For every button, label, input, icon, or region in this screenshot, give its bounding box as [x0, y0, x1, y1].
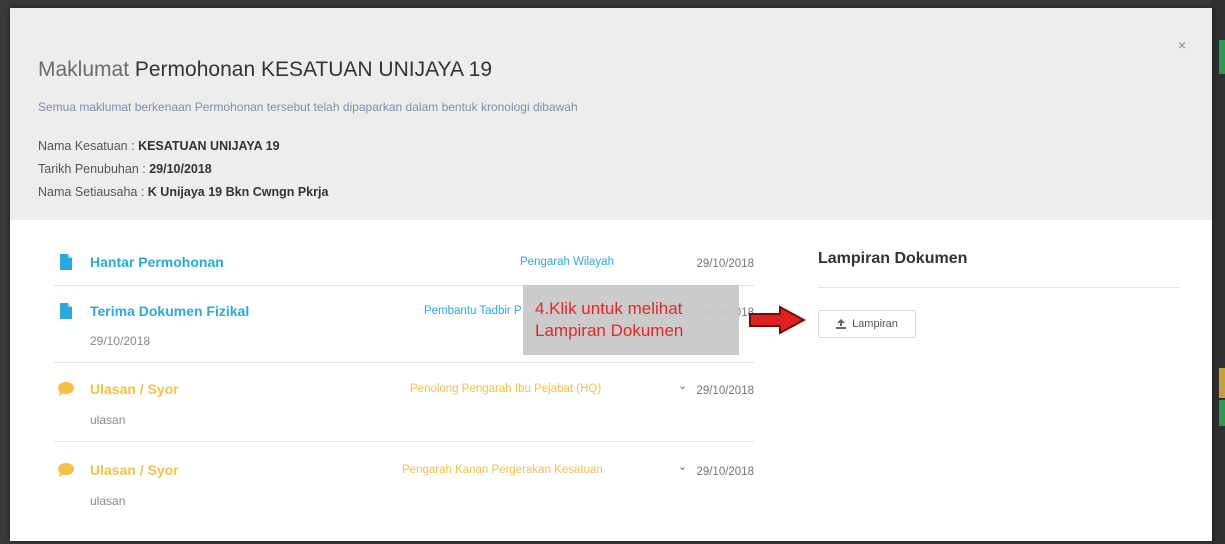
- instruction-callout: 4.Klik untuk melihat Lampiran Dokumen: [523, 285, 739, 355]
- modal-title: Maklumat Permohonan KESATUAN UNIJAYA 19: [38, 58, 492, 82]
- info-label: Nama Setiausaha :: [38, 185, 148, 199]
- timeline-item-officer: Pengarah Wilayah: [520, 256, 614, 268]
- chevron-down-icon[interactable]: ⌄: [678, 379, 687, 392]
- modal-subtitle: Semua maklumat berkenaan Permohonan ters…: [38, 100, 578, 114]
- upload-icon: [836, 319, 847, 329]
- timeline-item[interactable]: Hantar Permohonan Pengarah Wilayah 29/10…: [54, 232, 754, 286]
- timeline-item-title[interactable]: Hantar Permohonan: [90, 254, 224, 270]
- comment-icon: [58, 463, 74, 477]
- divider: [818, 287, 1180, 288]
- timeline-item-date: 29/10/2018: [696, 385, 754, 397]
- info-value: KESATUAN UNIJAYA 19: [138, 139, 280, 153]
- background-strip: [1211, 0, 1225, 544]
- callout-line-2: Lampiran Dokumen: [535, 321, 684, 340]
- timeline: Hantar Permohonan Pengarah Wilayah 29/10…: [54, 232, 754, 518]
- info-founding-date: Tarikh Penubuhan : 29/10/2018: [38, 162, 212, 176]
- application-detail-modal: × Maklumat Permohonan KESATUAN UNIJAYA 1…: [10, 8, 1212, 541]
- timeline-item-description: ulasan: [90, 413, 126, 427]
- timeline-item-title[interactable]: Terima Dokumen Fizikal: [90, 303, 249, 319]
- timeline-item-date: 29/10/2018: [696, 258, 754, 270]
- attachments-panel: Lampiran Dokumen Lampiran: [818, 250, 1180, 338]
- timeline-item-officer: Pembantu Tadbir P: [424, 305, 522, 317]
- info-value: K Unijaya 19 Bkn Cwngn Pkrja: [147, 185, 329, 199]
- comment-icon: [58, 382, 74, 396]
- info-label: Tarikh Penubuhan :: [38, 162, 150, 176]
- modal-header: × Maklumat Permohonan KESATUAN UNIJAYA 1…: [10, 8, 1212, 220]
- chevron-down-icon[interactable]: ⌄: [678, 460, 687, 473]
- info-union-name: Nama Kesatuan : KESATUAN UNIJAYA 19: [38, 139, 280, 153]
- background-green-mark-2: [1219, 400, 1225, 426]
- title-main: Permohonan KESATUAN UNIJAYA 19: [134, 58, 493, 81]
- timeline-item[interactable]: Ulasan / Syor Penolong Pengarah Ibu Peja…: [54, 363, 754, 442]
- timeline-item-title[interactable]: Ulasan / Syor: [90, 462, 179, 478]
- background-green-mark: [1219, 40, 1225, 74]
- timeline-item-title[interactable]: Ulasan / Syor: [90, 381, 179, 397]
- document-icon: [60, 254, 72, 270]
- lampiran-button[interactable]: Lampiran: [818, 310, 916, 338]
- lampiran-button-label: Lampiran: [852, 318, 898, 330]
- callout-line-1: 4.Klik untuk melihat: [535, 299, 683, 318]
- info-value: 29/10/2018: [149, 162, 212, 176]
- timeline-item-officer: Pengarah Kanan Pergerakan Kesatuan: [402, 464, 603, 476]
- attachments-title: Lampiran Dokumen: [818, 250, 968, 267]
- timeline-item-officer: Penolong Pengarah Ibu Pejabat (HQ): [410, 383, 602, 395]
- timeline-item[interactable]: Ulasan / Syor Pengarah Kanan Pergerakan …: [54, 442, 754, 518]
- info-label: Nama Kesatuan :: [38, 139, 139, 153]
- info-secretary-name: Nama Setiausaha : K Unijaya 19 Bkn Cwngn…: [38, 185, 328, 199]
- background-yellow-mark: [1219, 368, 1225, 398]
- title-prefix: Maklumat: [38, 58, 130, 81]
- document-icon: [60, 303, 72, 319]
- timeline-item-description: ulasan: [90, 494, 126, 508]
- red-arrow-icon: [749, 305, 806, 335]
- timeline-item-description: 29/10/2018: [90, 334, 151, 348]
- close-icon[interactable]: ×: [1178, 38, 1186, 52]
- timeline-item-date: 29/10/2018: [696, 466, 754, 478]
